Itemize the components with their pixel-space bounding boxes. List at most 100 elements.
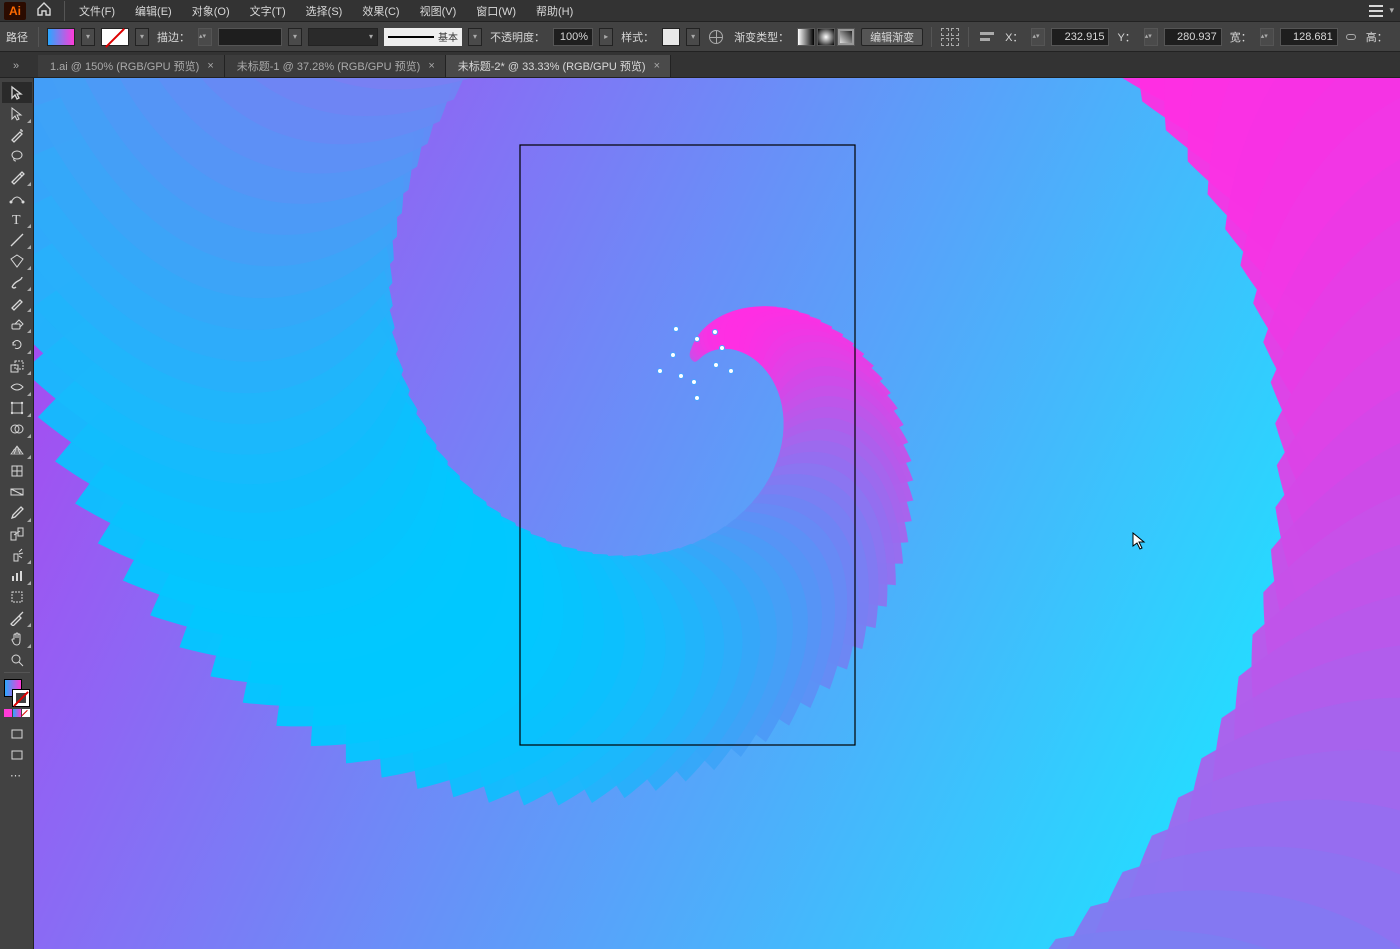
- transform-panel-icon[interactable]: [977, 27, 997, 47]
- fill-swatch[interactable]: [47, 28, 75, 46]
- document-tab[interactable]: 未标题-1 @ 37.28% (RGB/GPU 预览) ×: [225, 55, 446, 77]
- width-tool[interactable]: [2, 376, 32, 397]
- anchor-point[interactable]: [729, 369, 734, 374]
- slice-tool[interactable]: [2, 607, 32, 628]
- screen-mode-icon[interactable]: [2, 723, 32, 744]
- magic-wand-tool[interactable]: [2, 124, 32, 145]
- recolor-artwork-icon[interactable]: [706, 27, 726, 47]
- document-tab[interactable]: 1.ai @ 150% (RGB/GPU 预览)×: [38, 55, 225, 77]
- symbol-sprayer-tool[interactable]: [2, 544, 32, 565]
- menu-select[interactable]: 选择(S): [298, 1, 351, 21]
- fill-dropdown[interactable]: ▾: [81, 28, 95, 46]
- menu-view[interactable]: 视图(V): [412, 1, 465, 21]
- canvas[interactable]: [34, 78, 1400, 949]
- eraser-tool[interactable]: [2, 313, 32, 334]
- style-dropdown[interactable]: ▾: [686, 28, 700, 46]
- y-stepper[interactable]: ▴▾: [1144, 28, 1158, 46]
- chevron-down-icon[interactable]: ▾: [1389, 5, 1394, 16]
- pen-tool[interactable]: [2, 166, 32, 187]
- selection-tool[interactable]: [2, 82, 32, 103]
- scale-tool[interactable]: [2, 355, 32, 376]
- menu-effect[interactable]: 效果(C): [354, 1, 407, 21]
- anchor-point[interactable]: [658, 369, 663, 374]
- menu-edit[interactable]: 编辑(E): [127, 1, 180, 21]
- x-input[interactable]: 232.915: [1051, 28, 1109, 46]
- anchor-point[interactable]: [679, 374, 684, 379]
- document-tab[interactable]: 未标题-2* @ 33.33% (RGB/GPU 预览)×: [446, 55, 671, 77]
- close-icon[interactable]: ×: [428, 60, 434, 72]
- anchor-point[interactable]: [674, 327, 679, 332]
- edit-gradient-button[interactable]: 编辑渐变: [861, 28, 923, 46]
- stroke-swatch[interactable]: [101, 28, 129, 46]
- rotate-tool[interactable]: [2, 334, 32, 355]
- curvature-tool[interactable]: [2, 187, 32, 208]
- eyedropper-tool[interactable]: [2, 502, 32, 523]
- blend-tool[interactable]: [2, 523, 32, 544]
- freeform-gradient-icon[interactable]: [837, 28, 855, 46]
- rectangle-tool[interactable]: [2, 250, 32, 271]
- var-width-profile[interactable]: ▾: [308, 28, 378, 46]
- edit-toolbar-icon[interactable]: ⋯: [2, 765, 32, 786]
- anchor-point[interactable]: [671, 353, 676, 358]
- menu-window[interactable]: 窗口(W): [468, 1, 524, 21]
- gradient-tool[interactable]: [2, 481, 32, 502]
- line-tool[interactable]: [2, 229, 32, 250]
- type-tool[interactable]: T: [2, 208, 32, 229]
- perspective-grid-tool[interactable]: [2, 439, 32, 460]
- direct-selection-tool[interactable]: [2, 103, 32, 124]
- tab-label: 未标题-1 @ 37.28% (RGB/GPU 预览): [237, 58, 421, 74]
- fill-stroke-proxy[interactable]: [2, 679, 32, 707]
- y-input[interactable]: 280.937: [1164, 28, 1222, 46]
- opacity-input[interactable]: 100%: [553, 28, 593, 46]
- menu-file[interactable]: 文件(F): [71, 1, 123, 21]
- anchor-point[interactable]: [695, 337, 700, 342]
- brush-dropdown[interactable]: ▾: [468, 28, 482, 46]
- svg-text:T: T: [12, 213, 21, 227]
- graphic-style-swatch[interactable]: [662, 28, 680, 46]
- hand-tool[interactable]: [2, 628, 32, 649]
- toolbox: T⋯: [0, 78, 34, 949]
- stroke-dropdown[interactable]: ▾: [135, 28, 149, 46]
- color-mode-row[interactable]: [4, 709, 30, 717]
- menu-object[interactable]: 对象(O): [184, 1, 238, 21]
- change-screen-icon[interactable]: [2, 744, 32, 765]
- linear-gradient-icon[interactable]: [797, 28, 815, 46]
- stroke-weight-dropdown[interactable]: ▾: [288, 28, 302, 46]
- workspace-switcher-icon[interactable]: [1369, 5, 1383, 17]
- opacity-dropdown[interactable]: ▸: [599, 28, 613, 46]
- style-label: 样式：: [619, 29, 656, 45]
- column-graph-tool[interactable]: [2, 565, 32, 586]
- zoom-tool[interactable]: [2, 649, 32, 670]
- link-wh-icon[interactable]: [1344, 28, 1358, 46]
- paintbrush-tool[interactable]: [2, 271, 32, 292]
- w-input[interactable]: 128.681: [1280, 28, 1338, 46]
- home-icon[interactable]: [30, 1, 58, 20]
- menu-help[interactable]: 帮助(H): [528, 1, 581, 21]
- artboard-tool[interactable]: [2, 586, 32, 607]
- mesh-tool[interactable]: [2, 460, 32, 481]
- anchor-point[interactable]: [713, 330, 718, 335]
- anchor-point[interactable]: [695, 396, 700, 401]
- shaper-tool[interactable]: [2, 292, 32, 313]
- close-icon[interactable]: ×: [654, 60, 660, 72]
- anchor-point[interactable]: [720, 346, 725, 351]
- close-icon[interactable]: ×: [207, 60, 213, 72]
- shape-builder-tool[interactable]: [2, 418, 32, 439]
- align-panel-icon[interactable]: [940, 27, 960, 47]
- anchor-point[interactable]: [692, 380, 697, 385]
- brush-definition[interactable]: 基本: [384, 28, 462, 46]
- gradient-type-buttons[interactable]: [797, 28, 855, 46]
- stroke-weight-input[interactable]: [218, 28, 282, 46]
- free-transform-tool[interactable]: [2, 397, 32, 418]
- radial-gradient-icon[interactable]: [817, 28, 835, 46]
- stroke-weight-stepper[interactable]: ▴▾: [198, 28, 212, 46]
- lasso-tool[interactable]: [2, 145, 32, 166]
- tabbar-expand-icon[interactable]: »: [4, 56, 28, 76]
- app-logo: Ai: [4, 2, 26, 20]
- document-tabbar: 1.ai @ 150% (RGB/GPU 预览)×未标题-1 @ 37.28% …: [0, 52, 1400, 78]
- x-stepper[interactable]: ▴▾: [1031, 28, 1045, 46]
- w-stepper[interactable]: ▴▾: [1260, 28, 1274, 46]
- anchor-point[interactable]: [714, 363, 719, 368]
- workspace[interactable]: [34, 78, 1400, 949]
- menu-type[interactable]: 文字(T): [242, 1, 294, 21]
